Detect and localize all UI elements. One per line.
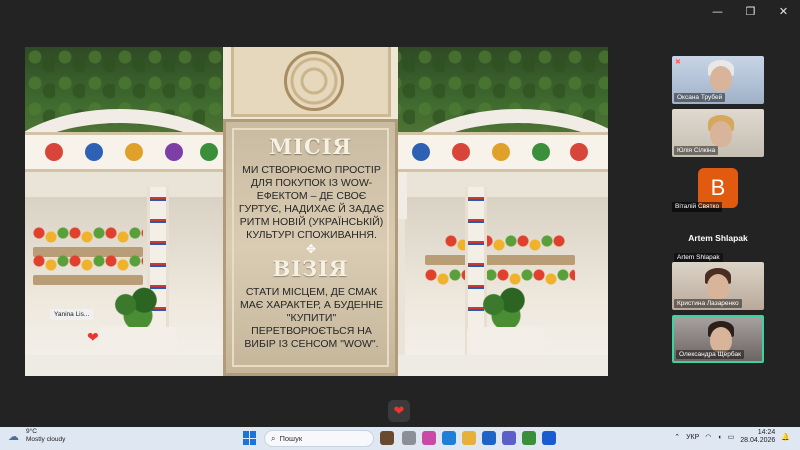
file-explorer-icon[interactable] xyxy=(462,431,476,445)
folk-ornament-left xyxy=(25,132,223,172)
cloud-icon: ☁ xyxy=(8,431,19,443)
outlook-icon[interactable] xyxy=(482,431,496,445)
copilot-icon[interactable] xyxy=(422,431,436,445)
restore-button[interactable]: ❐ xyxy=(734,0,767,22)
taskbar-search[interactable]: ⌕ Пошук xyxy=(264,430,374,447)
battery-icon[interactable]: ▭ xyxy=(728,433,735,441)
participant-name: Оксана Трубей xyxy=(674,93,726,102)
close-button[interactable]: ✕ xyxy=(767,0,800,22)
participant-name: Artem Shlapak xyxy=(674,253,723,262)
participant-name: Віталій Святко xyxy=(672,202,723,212)
system-tray: ⌃ УКР ◠ ◖ ▭ 14:24 28.04.2026 🔔 xyxy=(674,429,790,445)
zoom-icon[interactable] xyxy=(542,431,556,445)
search-placeholder: Пошук xyxy=(279,434,303,443)
plant xyxy=(475,287,537,331)
mission-plaque: МІСІЯ Ми створюємо простір для покупок і… xyxy=(223,119,398,376)
reaction-button[interactable]: ❤ xyxy=(388,400,410,422)
participant-tile-active[interactable]: Олександра Щербак xyxy=(672,315,764,363)
mission-heading: МІСІЯ xyxy=(268,134,353,159)
participant-name: Олександра Щербак xyxy=(676,350,744,359)
chrome-icon[interactable] xyxy=(522,431,536,445)
wifi-icon[interactable]: ◠ xyxy=(705,433,711,441)
participant-tile[interactable]: Кристина Лазаренко xyxy=(672,262,764,310)
active-speaker-name: Artem Shlapak xyxy=(688,233,748,243)
vision-text: Стати місцем, де смак має характер, а бу… xyxy=(240,286,383,350)
participant-name: Юлія Сілкіна xyxy=(674,146,719,155)
windows-start-icon[interactable] xyxy=(243,431,257,445)
chevron-up-icon[interactable]: ⌃ xyxy=(674,433,680,441)
monument-crown xyxy=(231,47,391,117)
notifications-icon[interactable]: 🔔 xyxy=(781,433,790,441)
mic-muted-icon: ✖ xyxy=(675,59,681,66)
clock-time: 14:24 xyxy=(757,429,776,436)
task-view-icon[interactable] xyxy=(380,431,394,445)
mission-monument: МІСІЯ Ми створюємо простір для покупок і… xyxy=(223,47,398,376)
ornament-divider-icon: ✥ xyxy=(305,242,317,256)
volume-icon[interactable]: ◖ xyxy=(717,434,721,441)
language-indicator[interactable]: УКР xyxy=(686,434,699,441)
clock[interactable]: 14:24 28.04.2026 xyxy=(740,429,775,445)
search-icon: ⌕ xyxy=(271,433,276,443)
participant-tile[interactable]: Юлія Сілкіна xyxy=(672,109,764,157)
teams-icon[interactable] xyxy=(502,431,516,445)
weather-temperature: 9°C xyxy=(26,428,37,435)
taskbar: ☁ 9°C Mostly cloudy ⌕ Пошук ⌃ УКР ◠ ◖ ▭ … xyxy=(0,427,800,450)
minimize-button[interactable]: — xyxy=(701,0,734,22)
window-controls: — ❐ ✕ xyxy=(701,0,800,22)
participant-name: Кристина Лазаренко xyxy=(674,299,742,308)
shared-screen-slide: МІСІЯ Ми створюємо простір для покупок і… xyxy=(25,47,608,376)
edge-browser-icon[interactable] xyxy=(442,431,456,445)
participant-tile[interactable]: ✖ Оксана Трубей xyxy=(672,56,764,104)
weather-widget[interactable]: ☁ 9°C Mostly cloudy xyxy=(8,428,65,444)
mission-text: Ми створюємо простір для покупок із WOW-… xyxy=(238,164,385,241)
plant xyxy=(107,287,169,331)
ornament-medallion-icon xyxy=(284,51,344,111)
clock-date: 28.04.2026 xyxy=(740,437,776,444)
meeting-window: — ❐ ✕ МІСІЯ МИ СТВОРЮЄМО ПРОСТІР ДЛЯ ПОК… xyxy=(0,0,800,427)
heart-reaction-icon: ❤ xyxy=(87,329,99,345)
folk-ornament-right xyxy=(398,132,608,172)
weather-description: Mostly cloudy xyxy=(26,436,66,443)
presenter-name-label: Yanina Lis... xyxy=(50,309,94,320)
vision-heading: ВІЗІЯ xyxy=(272,256,349,281)
widgets-icon[interactable] xyxy=(402,431,416,445)
